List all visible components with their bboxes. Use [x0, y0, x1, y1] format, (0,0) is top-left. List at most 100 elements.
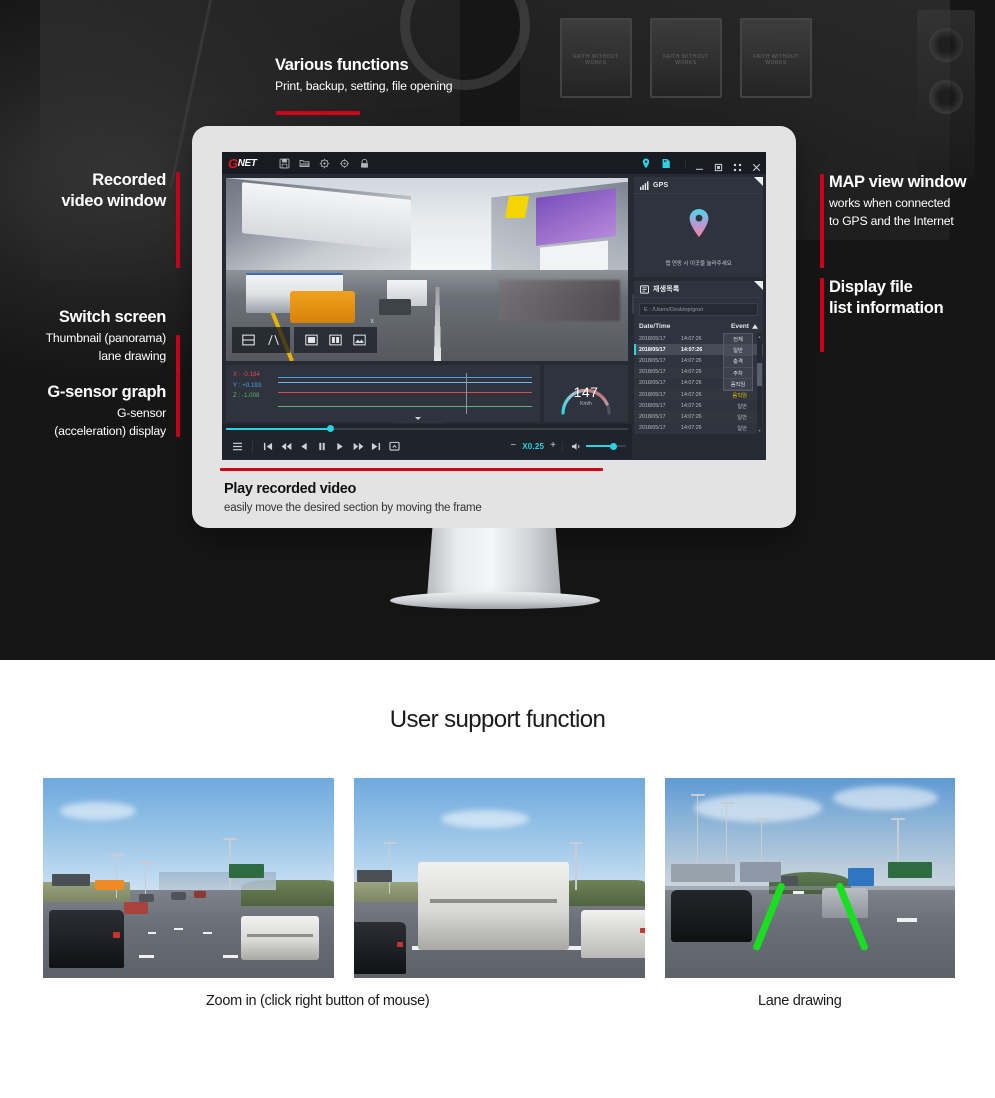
- table-row[interactable]: 2018/05/17 14:07:26 일반: [634, 411, 763, 423]
- lock-icon[interactable]: [359, 158, 370, 169]
- gps-panel-body[interactable]: 맵 연동 시 이곳을 눌러주세요: [634, 194, 763, 277]
- print-icon[interactable]: [319, 158, 330, 169]
- timeline-frame-handle[interactable]: [392, 414, 444, 423]
- row-date: 2018/05/17: [639, 335, 666, 342]
- volume-knob[interactable]: [609, 442, 617, 450]
- scroll-down-arrow[interactable]: ▼: [757, 428, 762, 433]
- location-pin-icon[interactable]: [641, 158, 651, 169]
- video-crowd: [499, 280, 620, 321]
- callout-recorded-video: Recorded video window: [0, 170, 166, 212]
- photo2-side-truck: [580, 910, 645, 958]
- accent-bar-play: [220, 468, 603, 471]
- photo1-highway-sign: [229, 864, 265, 878]
- playback-area: − X0.25 +: [222, 414, 632, 459]
- gps-panel-header: GPS: [634, 177, 763, 194]
- row-time: 14:07:26: [681, 369, 702, 376]
- lane-drawing-icon[interactable]: [267, 334, 280, 346]
- fast-forward-icon[interactable]: [349, 442, 367, 451]
- gps-panel-title: GPS: [653, 181, 669, 189]
- row-event: 일반: [737, 403, 747, 410]
- menu-icon[interactable]: [228, 442, 246, 451]
- monitor-stand-neck: [427, 528, 561, 598]
- row-event: 일반: [737, 426, 747, 433]
- callout-recorded-title-line2: video window: [61, 192, 166, 211]
- timeline-track[interactable]: [226, 425, 628, 432]
- playback-speed-control: − X0.25 +: [510, 441, 556, 451]
- rewind-icon[interactable]: [277, 442, 295, 451]
- dropdown-option-all[interactable]: 전체: [724, 334, 752, 346]
- titlebar-toolbar: [279, 158, 370, 169]
- gps-panel: GPS 맵 연동 시 이곳을 눌러주세요: [634, 177, 763, 277]
- dropdown-option-motion[interactable]: 움직임: [724, 379, 752, 390]
- dropdown-option-impact[interactable]: 충격: [724, 356, 752, 368]
- photo2-cloud: [441, 810, 529, 828]
- play-icon[interactable]: [331, 442, 349, 451]
- pause-icon[interactable]: [313, 442, 331, 451]
- save-icon[interactable]: [279, 158, 290, 169]
- close-button[interactable]: [752, 159, 761, 172]
- dual-view-icon[interactable]: [329, 334, 342, 346]
- maximize-button[interactable]: [714, 159, 723, 172]
- step-back-icon[interactable]: [295, 442, 313, 451]
- column-header-event-label: Event: [731, 323, 749, 330]
- poster-text-1: FAITH WITHOUT WORKS: [573, 54, 619, 66]
- row-date: 2018/05/17: [639, 413, 666, 420]
- player-left-column: x X : -0.184 Y : +0.193 Z : -1.008 147 K…: [222, 174, 636, 460]
- split-screen-icon[interactable]: [242, 334, 255, 346]
- gsensor-x-value: -0.184: [242, 371, 260, 378]
- single-view-icon[interactable]: [305, 334, 318, 346]
- event-filter-dropdown[interactable]: 전체 일반 충격 주차 움직임: [723, 333, 753, 391]
- playlist-path-field[interactable]: E : /Users/Desktop/gnet: [639, 303, 758, 316]
- photo1-black-suv: [48, 910, 125, 968]
- fullscreen-button[interactable]: [733, 159, 742, 172]
- row-date: 2018/05/17: [639, 346, 666, 353]
- popup-close-icon[interactable]: x: [371, 318, 375, 325]
- photo3-light-pole-1: [692, 794, 703, 874]
- settings-icon[interactable]: [339, 158, 350, 169]
- sd-card-icon[interactable]: [661, 158, 671, 169]
- volume-icon[interactable]: [571, 442, 582, 451]
- scrollbar-thumb[interactable]: [757, 363, 762, 386]
- caret-up-icon[interactable]: [752, 324, 758, 329]
- skip-start-icon[interactable]: [259, 442, 277, 451]
- column-header-datetime[interactable]: Date/Time: [639, 323, 731, 330]
- signal-bars-icon: [640, 180, 649, 190]
- scroll-up-arrow[interactable]: ▲: [757, 334, 762, 339]
- speed-decrease-button[interactable]: −: [510, 441, 516, 451]
- photo1-light-pole-1: [111, 854, 122, 898]
- dropdown-option-normal[interactable]: 일반: [724, 345, 752, 357]
- accent-bar-switch: [176, 335, 180, 375]
- folder-open-icon[interactable]: [299, 158, 310, 169]
- table-row[interactable]: 2018/05/17 14:07:26 일반: [634, 400, 763, 411]
- panorama-view-icon[interactable]: [353, 334, 366, 346]
- photo3-highway-sign: [888, 862, 932, 878]
- table-row[interactable]: 2018/05/17 14:07:26 일반: [634, 423, 763, 434]
- row-event: 일반: [737, 414, 747, 421]
- callout-gsensor-sub2: (acceleration) display: [54, 424, 166, 439]
- playlist-scrollbar[interactable]: ▲ ▼: [757, 333, 762, 434]
- gsensor-z-label: Z :: [233, 392, 241, 400]
- skip-end-icon[interactable]: [367, 442, 385, 451]
- playlist-rows[interactable]: 2018/05/17 14:07:26 2018/05/17 14:07:26 20…: [634, 333, 763, 434]
- row-date: 2018/05/17: [639, 369, 666, 376]
- map-pin-icon[interactable]: [688, 208, 710, 243]
- callout-filelist-title-line2: list information: [829, 299, 944, 318]
- column-header-event[interactable]: Event: [731, 323, 758, 330]
- timeline-knob[interactable]: [327, 425, 335, 432]
- row-time: 14:07:26: [681, 380, 702, 387]
- speed-increase-button[interactable]: +: [550, 441, 556, 451]
- accent-bar-filelist: [820, 278, 824, 352]
- callout-switch-title: Switch screen: [58, 308, 166, 326]
- callout-play-title: Play recorded video: [224, 481, 357, 497]
- volume-slider[interactable]: [586, 442, 626, 450]
- playlist-icon: [640, 284, 649, 294]
- row-time: 14:07:26: [681, 413, 702, 420]
- callout-file-list: Display file list information: [829, 277, 944, 319]
- capture-icon[interactable]: [385, 441, 403, 451]
- timeline-bar[interactable]: [222, 424, 632, 433]
- titlebar-status-area: [641, 158, 761, 172]
- poster-text-2: FAITH WITHOUT WORKS: [663, 54, 709, 66]
- recorded-video-viewport[interactable]: x: [226, 178, 628, 361]
- minimize-button[interactable]: [695, 159, 704, 170]
- dropdown-option-parking[interactable]: 주차: [724, 368, 752, 379]
